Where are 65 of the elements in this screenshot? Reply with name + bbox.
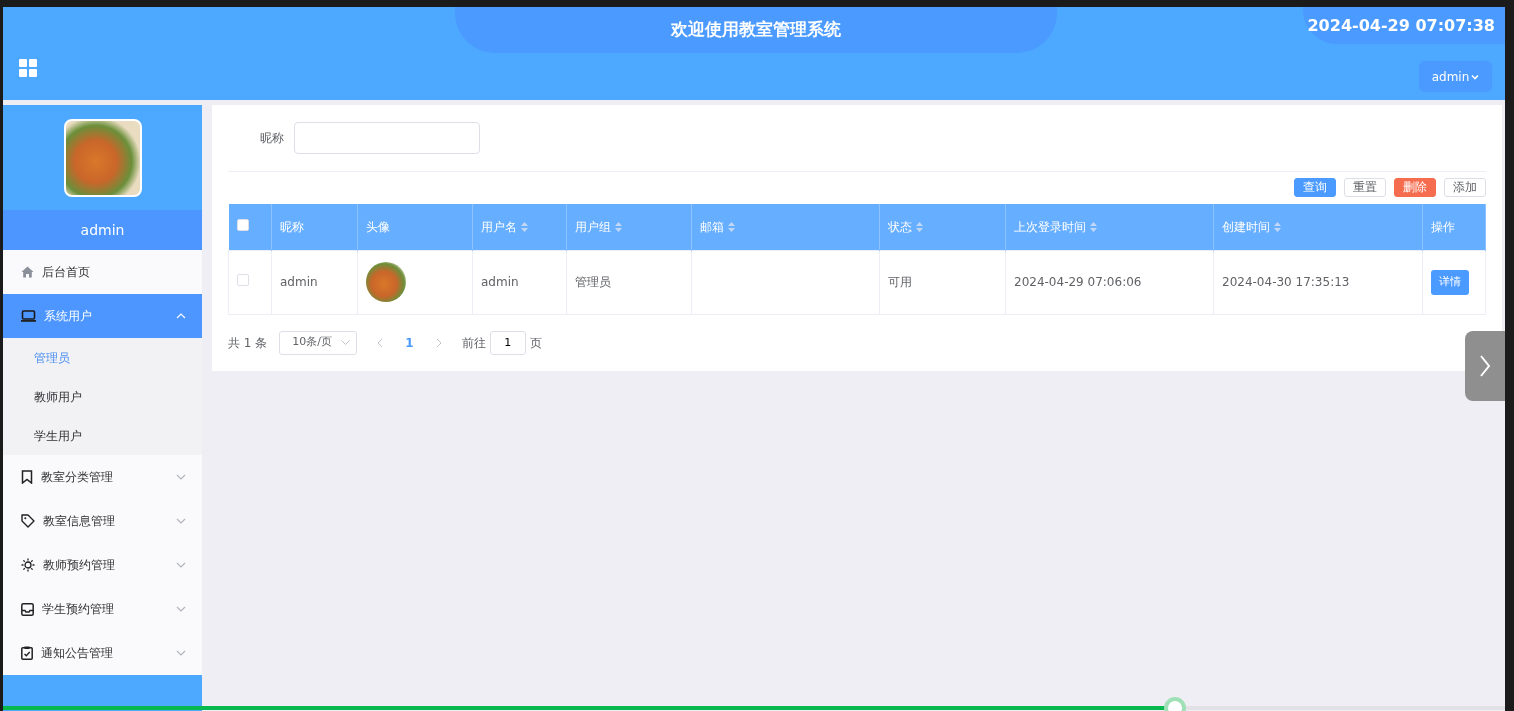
bookmark-icon <box>21 470 33 484</box>
submenu-item[interactable]: 教师用户 <box>3 377 202 416</box>
sun-icon <box>21 558 35 572</box>
toolbar-button[interactable]: 重置 <box>1344 178 1386 197</box>
menu-icon[interactable] <box>19 59 37 77</box>
system-title: 欢迎使用教室管理系统 <box>455 7 1057 53</box>
select-all-checkbox[interactable] <box>236 218 249 231</box>
table-cell: 可用 <box>879 250 1006 314</box>
page-unit-label: 页 <box>529 334 542 352</box>
sidebar-menu-item[interactable]: 后台首页 <box>3 250 202 294</box>
table-cell: 2024-04-30 17:35:13 <box>1213 250 1423 314</box>
sort-icon[interactable] <box>1274 222 1281 233</box>
table-header-cell: 头像 <box>357 204 473 250</box>
details-button[interactable]: 详情 <box>1431 269 1469 295</box>
sort-icon[interactable] <box>728 222 735 233</box>
sidebar-menu-item[interactable]: 教室信息管理 <box>3 499 202 543</box>
sidebar-menu-item[interactable]: 学生预约管理 <box>3 587 202 631</box>
sort-icon[interactable] <box>521 222 528 233</box>
sidebar-menu-item[interactable]: 通知公告管理 <box>3 631 202 675</box>
table-header-cell[interactable]: 邮箱 <box>691 204 880 250</box>
sidebar-menu-item[interactable]: 系统用户 <box>3 294 202 338</box>
next-page-icon[interactable] <box>435 337 442 348</box>
caret-icon <box>341 340 351 345</box>
sidebar-menu-item[interactable]: 教室分类管理 <box>3 455 202 499</box>
chevron-right-icon <box>1479 354 1491 378</box>
submenu-item[interactable]: 学生用户 <box>3 416 202 455</box>
search-label: 昵称 <box>259 130 285 147</box>
sidebar-menu-item[interactable]: 教师预约管理 <box>3 543 202 587</box>
total-count: 共 1 条 <box>228 334 268 352</box>
toolbar-button[interactable]: 删除 <box>1394 178 1436 197</box>
row-checkbox[interactable] <box>237 274 249 286</box>
sort-icon[interactable] <box>1090 222 1097 233</box>
table-cell: admin <box>271 250 358 314</box>
goto-label: 前往 <box>461 334 486 352</box>
table-header-cell: 昵称 <box>271 204 358 250</box>
table-header-cell: 操作 <box>1422 204 1486 250</box>
photo-placeholder <box>366 262 406 302</box>
toolbar-button[interactable]: 查询 <box>1294 178 1336 197</box>
inbox-icon <box>21 602 34 616</box>
table-header-cell[interactable]: 创建时间 <box>1213 204 1423 250</box>
table-header-cell[interactable]: 上次登录时间 <box>1005 204 1214 250</box>
table-header-cell[interactable]: 用户名 <box>472 204 567 250</box>
table-cell: 2024-04-29 07:06:06 <box>1005 250 1214 314</box>
caret-icon <box>1471 74 1480 80</box>
page-size-select[interactable]: 10条/页 <box>279 330 358 355</box>
user-menu-button[interactable]: admin <box>1419 61 1492 92</box>
submenu-item[interactable]: 管理员 <box>3 338 202 377</box>
previous-page-icon[interactable] <box>377 337 384 348</box>
page-number-button[interactable]: 1 <box>399 333 420 352</box>
toolbar-button[interactable]: 添加 <box>1444 178 1486 197</box>
sort-icon[interactable] <box>916 222 923 233</box>
home-icon <box>21 266 34 278</box>
next-slide-button[interactable] <box>1465 331 1505 401</box>
sidebar-username: admin <box>3 210 202 250</box>
goto-page-input-field[interactable]: 1 <box>489 330 526 355</box>
tag-icon <box>21 514 35 528</box>
table-cell: admin <box>472 250 567 314</box>
nickname-input-field[interactable] <box>294 122 480 154</box>
datetime-text: 2024-04-29 07:07:38 <box>1303 7 1505 44</box>
clipboard-check-icon <box>21 646 33 660</box>
sort-icon[interactable] <box>615 222 622 233</box>
table-header-cell[interactable]: 状态 <box>879 204 1006 250</box>
laptop-icon <box>21 310 36 322</box>
table-header-cell[interactable]: 用户组 <box>566 204 692 250</box>
table-cell: 管理员 <box>566 250 692 314</box>
